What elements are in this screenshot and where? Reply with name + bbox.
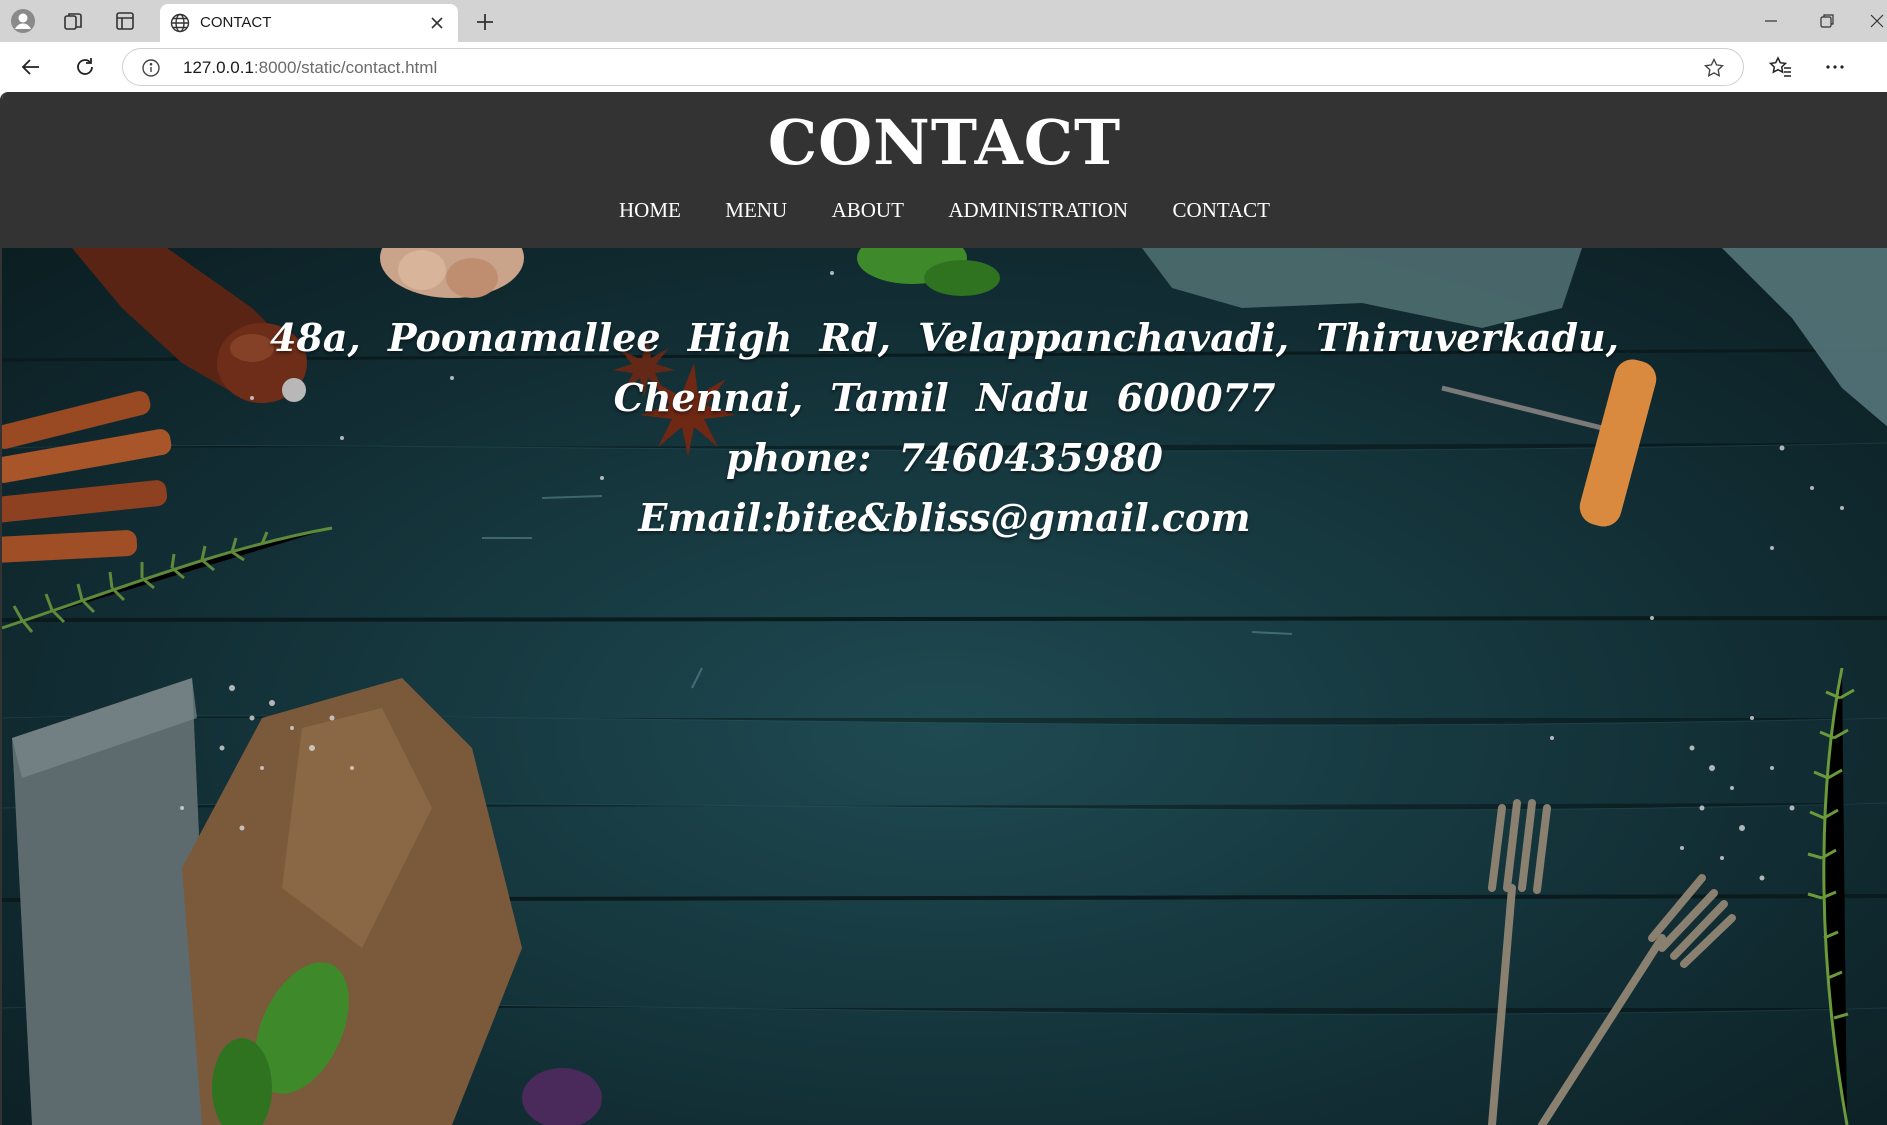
cleaver-knife	[12, 678, 212, 1125]
nav-home[interactable]: HOME	[619, 198, 681, 223]
nav-contact[interactable]: CONTACT	[1173, 198, 1270, 223]
email-text: Email:bite&bliss@gmail.com	[638, 495, 1251, 540]
address-bar-row: 127.0.0.1:8000/static/contact.html	[0, 42, 1887, 92]
browser-tab-bar: CONTACT	[0, 0, 1887, 42]
address-line-1: 48a, Poonamallee High Rd, Velappanchavad…	[270, 315, 1619, 360]
forks	[1488, 799, 1736, 1125]
window-close-icon[interactable]	[1866, 10, 1887, 32]
url-host: 127.0.0.1	[183, 58, 254, 77]
nav-administration[interactable]: ADMINISTRATION	[948, 198, 1128, 223]
minimize-icon[interactable]	[1760, 10, 1782, 32]
url-input[interactable]: 127.0.0.1:8000/static/contact.html	[122, 48, 1744, 86]
site-header: CONTACT HOME MENU ABOUT ADMINISTRATION C…	[2, 92, 1887, 248]
hero-section: 48a, Poonamallee High Rd, Velappanchavad…	[2, 248, 1887, 1125]
nav-menu[interactable]: MENU	[725, 198, 787, 223]
phone-text: phone: 7460435980	[725, 435, 1163, 480]
back-icon[interactable]	[18, 54, 44, 80]
refresh-icon[interactable]	[72, 54, 98, 80]
more-icon[interactable]	[1822, 54, 1848, 80]
favorites-icon[interactable]	[1768, 54, 1794, 80]
active-tab[interactable]: CONTACT	[160, 4, 458, 42]
page-title: CONTACT	[767, 106, 1122, 179]
page-viewport: CONTACT HOME MENU ABOUT ADMINISTRATION C…	[0, 92, 1887, 1125]
new-tab-icon[interactable]	[472, 9, 498, 35]
collections-icon[interactable]	[58, 8, 88, 34]
globe-icon	[170, 13, 190, 38]
nav-about[interactable]: ABOUT	[832, 198, 904, 223]
garlic	[380, 248, 524, 298]
tab-title: CONTACT	[200, 14, 272, 31]
vertical-tabs-icon[interactable]	[110, 8, 140, 34]
favorite-star-icon[interactable]	[1703, 57, 1725, 84]
contact-details: 48a, Poonamallee High Rd, Velappanchavad…	[2, 308, 1887, 548]
address-line-2: Chennai, Tamil Nadu 600077	[613, 375, 1276, 420]
profile-icon[interactable]	[8, 8, 38, 34]
close-icon[interactable]	[428, 14, 446, 32]
url-path: :8000/static/contact.html	[253, 58, 438, 77]
basil-leaves	[857, 248, 1000, 296]
restore-icon[interactable]	[1816, 10, 1838, 32]
info-icon[interactable]	[141, 58, 161, 83]
url-text: 127.0.0.1:8000/static/contact.html	[183, 58, 437, 78]
main-nav: HOME MENU ABOUT ADMINISTRATION CONTACT	[2, 198, 1887, 223]
